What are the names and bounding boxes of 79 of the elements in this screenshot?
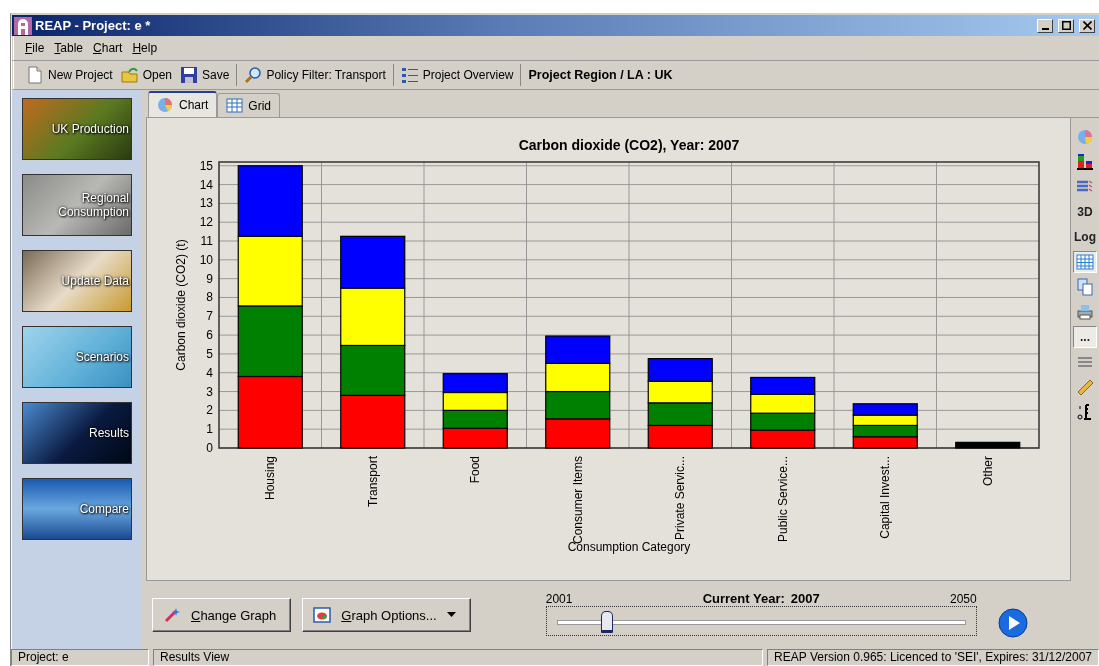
copy-icon (1076, 278, 1094, 296)
tab[interactable]: Grid (217, 93, 280, 117)
category-label: Other (980, 456, 995, 486)
category-label: Food (468, 456, 483, 484)
bar-chart-icon (1076, 153, 1094, 171)
play-button[interactable] (997, 607, 1028, 641)
graph-options-button[interactable]: Graph Options... (302, 598, 471, 632)
chart-title: Carbon dioxide (CO2), Year: 2007 (518, 137, 740, 153)
tick-label: 13 (199, 196, 213, 211)
toolbar-button[interactable]: Policy Filter: Transport (240, 64, 390, 86)
toolbar-button[interactable]: Project Overview (396, 64, 518, 86)
list-icon (400, 66, 419, 84)
status-bar-field: Project: e (11, 649, 149, 666)
status-bar-field: REAP Version 0.965: Licenced to 'SEI', Expires: 31/12/2007 (767, 649, 1099, 666)
change-graph-button[interactable]: Change Graph (152, 598, 292, 632)
maximize-icon (1061, 21, 1071, 30)
window-title: REAP - Project: e * (35, 18, 152, 33)
tab[interactable]: Chart (148, 91, 218, 117)
menu-item[interactable]: File (20, 39, 50, 57)
close-button[interactable] (1079, 18, 1095, 33)
printer-icon (1076, 303, 1094, 321)
tick-label: 2 (206, 403, 213, 418)
year-slider[interactable] (545, 605, 977, 636)
menu-item[interactable]: Help (127, 39, 163, 57)
tick-label: 3 (206, 384, 213, 399)
y-axis-title: Carbon dioxide (CO2) (t) (174, 239, 188, 371)
tick-label: 11 (200, 234, 213, 249)
toolbar-toggle[interactable]: Log (1073, 226, 1097, 248)
tick-label: 5 (206, 346, 213, 361)
tick-label: 8 (206, 290, 213, 305)
toolbar-button[interactable]: Save (176, 64, 234, 86)
menu-item[interactable]: Table (49, 39, 89, 57)
play-icon (997, 607, 1028, 638)
slider-thumb[interactable] (600, 610, 613, 633)
table-icon (1076, 253, 1094, 271)
tick-label: 6 (206, 328, 213, 343)
tick-label: 4 (206, 365, 213, 380)
tick-label: 9 (206, 271, 213, 286)
wand-icon (163, 606, 181, 624)
tick-label: 1 (206, 422, 213, 437)
toolbar-button[interactable]: Open (116, 64, 177, 86)
toolbar-toggle[interactable]: 3D (1073, 201, 1097, 223)
category-label: Transport (365, 456, 380, 507)
folder-icon (120, 66, 139, 84)
category-label: Capital Invest... (878, 456, 893, 539)
tick-label: 15 (199, 158, 213, 173)
minimize-button[interactable] (1037, 18, 1053, 33)
minimize-icon (1041, 27, 1049, 30)
project-region-label: Project Region / LA : UK (527, 68, 673, 82)
category-label: Housing (263, 456, 278, 501)
table-icon (226, 97, 244, 114)
caret-icon (446, 612, 456, 618)
chart-window-icon (313, 607, 332, 623)
document-icon (26, 66, 44, 84)
tick-label: 10 (199, 252, 213, 267)
toolbar-button[interactable]: New Project (22, 64, 117, 86)
sidebar-item[interactable]: Results (22, 402, 132, 464)
menu-item[interactable]: Chart (88, 39, 128, 57)
status-bar-field: Results View (153, 649, 764, 666)
category-label: Private Servic... (673, 456, 688, 541)
tick-label: 0 (206, 441, 213, 455)
tick-label: 7 (206, 309, 213, 324)
category-label: Public Service... (775, 456, 790, 543)
toolbar-toggle[interactable]: ... (1073, 326, 1097, 348)
tick-label: 12 (199, 215, 213, 230)
slider-max-label: 2050 (950, 591, 977, 606)
sidebar-item[interactable]: UK Production (22, 98, 132, 160)
ruler-icon (1076, 378, 1094, 396)
slider-min-label: 2001 (545, 591, 573, 606)
current-year-label: Current Year: (702, 590, 785, 606)
pie-chart-icon (1076, 128, 1094, 146)
maximize-button[interactable] (1058, 18, 1074, 33)
search-icon (244, 66, 263, 84)
tick-label: 14 (199, 177, 213, 192)
current-year-value: 2007 (790, 590, 820, 606)
pie-chart-icon (157, 96, 174, 114)
scale-icon (1076, 403, 1094, 421)
close-icon (1082, 21, 1092, 30)
app-logo-icon (14, 16, 32, 35)
